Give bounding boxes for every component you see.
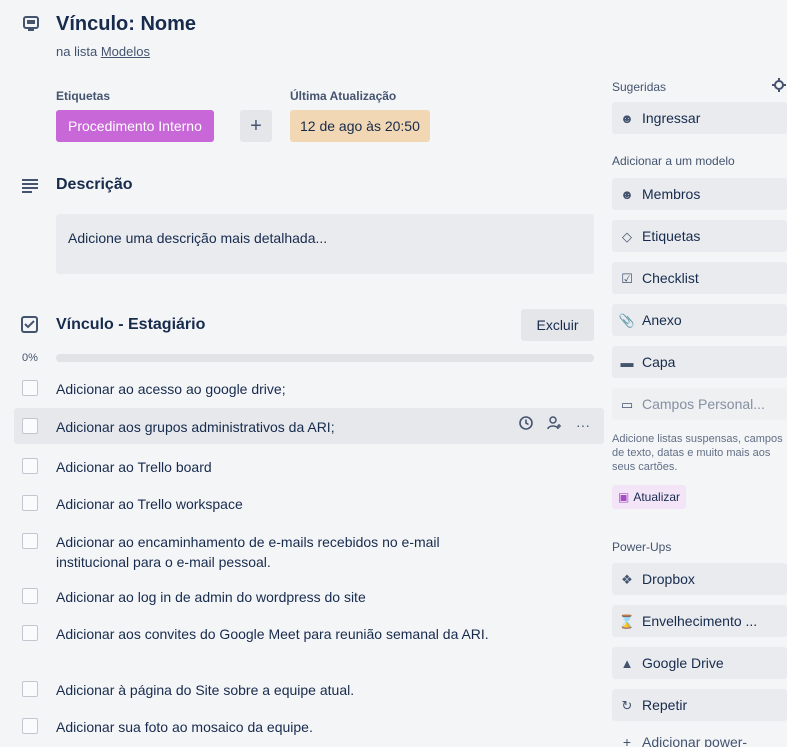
last-update-date-badge[interactable]: 12 de ago às 20:50: [290, 110, 430, 142]
checklist-item-checkbox[interactable]: [22, 625, 38, 641]
checklist-item-hovered[interactable]: Adicionar aos grupos administrativos da …: [14, 408, 604, 444]
custom-fields-label: Campos Personal...: [642, 396, 765, 412]
checklist-item-checkbox[interactable]: [22, 495, 38, 511]
members-label: Membros: [642, 186, 701, 202]
card-title[interactable]: Vínculo: Nome: [56, 13, 196, 36]
checklist-item-actions: ···: [519, 416, 590, 433]
members-button[interactable]: ☻ Membros: [612, 178, 787, 210]
checklist-item-checkbox[interactable]: [22, 458, 38, 474]
gear-icon[interactable]: [772, 78, 786, 95]
repeat-button[interactable]: ↻ Repetir: [612, 689, 787, 721]
labels-button[interactable]: ◇ Etiquetas: [612, 220, 787, 252]
checklist-item-checkbox[interactable]: [22, 681, 38, 697]
suggested-heading: Sugeridas: [612, 80, 667, 94]
plus-icon: +: [622, 734, 632, 747]
person-icon: ☻: [620, 187, 634, 202]
label-chip-procedimento-interno[interactable]: Procedimento Interno: [56, 110, 214, 142]
repeat-label: Repetir: [642, 697, 688, 713]
card-aging-label: Envelhecimento ...: [642, 613, 758, 629]
checklist-label: Checklist: [642, 270, 699, 286]
assign-member-icon[interactable]: [547, 416, 562, 433]
checklist-item-text[interactable]: Adicionar ao acesso ao google drive;: [56, 379, 516, 399]
checklist-item-text[interactable]: Adicionar aos convites do Google Meet pa…: [56, 624, 516, 644]
paperclip-icon: 📎: [618, 313, 636, 328]
card-list-info: na lista Modelos: [56, 44, 150, 59]
custom-fields-note: Adicione listas suspensas, campos de tex…: [612, 433, 783, 473]
checklist-item-checkbox[interactable]: [22, 588, 38, 604]
powerups-heading: Power-Ups: [612, 540, 672, 554]
checklist-item-text[interactable]: Adicionar ao encaminhamento de e-mails r…: [56, 532, 496, 572]
checklist-title[interactable]: Vínculo - Estagiário: [56, 316, 205, 334]
list-prefix: na lista: [56, 44, 101, 59]
checklist-progress-bar: [56, 354, 594, 362]
description-heading: Descrição: [56, 176, 133, 193]
join-button[interactable]: ☻ Ingressar: [612, 102, 787, 134]
delete-checklist-button[interactable]: Excluir: [521, 309, 594, 341]
last-update-heading: Última Atualização: [290, 89, 397, 103]
checklist-item-checkbox[interactable]: [22, 718, 38, 734]
join-label: Ingressar: [642, 110, 701, 126]
due-date-clock-icon[interactable]: [519, 416, 533, 433]
labels-heading: Etiquetas: [56, 89, 111, 103]
google-drive-label: Google Drive: [642, 655, 724, 671]
upgrade-label: Atualizar: [633, 490, 681, 504]
attachment-label: Anexo: [642, 312, 682, 328]
dropbox-icon: ❖: [621, 572, 633, 587]
checklist-item-checkbox[interactable]: [22, 533, 38, 549]
add-label-button[interactable]: +: [240, 110, 272, 142]
google-drive-button[interactable]: ▲ Google Drive: [612, 647, 787, 679]
card-cover-icon: ▬: [620, 355, 634, 370]
attachment-button[interactable]: 📎 Anexo: [612, 304, 787, 336]
dropbox-label: Dropbox: [642, 571, 695, 587]
add-to-template-heading: Adicionar a um modelo: [612, 154, 735, 168]
add-powerup-label: Adicionar power-: [642, 734, 748, 747]
card-icon: [22, 14, 40, 32]
description-icon: [21, 178, 39, 199]
checklist-button[interactable]: ☑ Checklist: [612, 262, 787, 294]
custom-fields-button[interactable]: ▭ Campos Personal...: [612, 388, 787, 420]
google-drive-icon: ▲: [620, 656, 634, 671]
briefcase-icon: ▣: [618, 490, 630, 504]
checklist-item-text[interactable]: Adicionar à página do Site sobre a equip…: [56, 680, 516, 700]
checkbox-icon: ☑: [621, 271, 633, 286]
labels-label: Etiquetas: [642, 228, 701, 244]
tag-icon: ◇: [622, 229, 632, 244]
add-powerup-button[interactable]: + Adicionar power-: [612, 734, 787, 747]
cover-label: Capa: [642, 354, 676, 370]
upgrade-button[interactable]: ▣ Atualizar: [612, 485, 687, 509]
person-icon: ☻: [620, 111, 634, 126]
card-aging-button[interactable]: ⌛ Envelhecimento ...: [612, 605, 787, 637]
custom-fields-icon: ▭: [620, 397, 634, 412]
checklist-item-text[interactable]: Adicionar ao Trello workspace: [56, 494, 516, 514]
checklist-progress-percent: 0%: [22, 352, 38, 364]
dropbox-button[interactable]: ❖ Dropbox: [612, 563, 787, 595]
more-options-icon[interactable]: ···: [576, 417, 590, 433]
checklist-item-text[interactable]: Adicionar sua foto ao mosaico da equipe.: [56, 717, 516, 737]
checklist-item-text[interactable]: Adicionar ao Trello board: [56, 457, 516, 477]
checklist-item-text[interactable]: Adicionar aos grupos administrativos da …: [56, 417, 516, 437]
checklist-icon: [21, 316, 38, 338]
description-placeholder: Adicione uma descrição mais detalhada...: [68, 230, 328, 246]
checklist-item-checkbox[interactable]: [22, 418, 38, 434]
cover-button[interactable]: ▬ Capa: [612, 346, 787, 378]
checklist-item-text[interactable]: Adicionar ao log in de admin do wordpres…: [56, 587, 516, 607]
list-link[interactable]: Modelos: [101, 44, 150, 59]
checklist-item-checkbox[interactable]: [22, 380, 38, 396]
repeat-icon: ↻: [621, 698, 633, 713]
hourglass-icon: ⌛: [618, 614, 636, 629]
